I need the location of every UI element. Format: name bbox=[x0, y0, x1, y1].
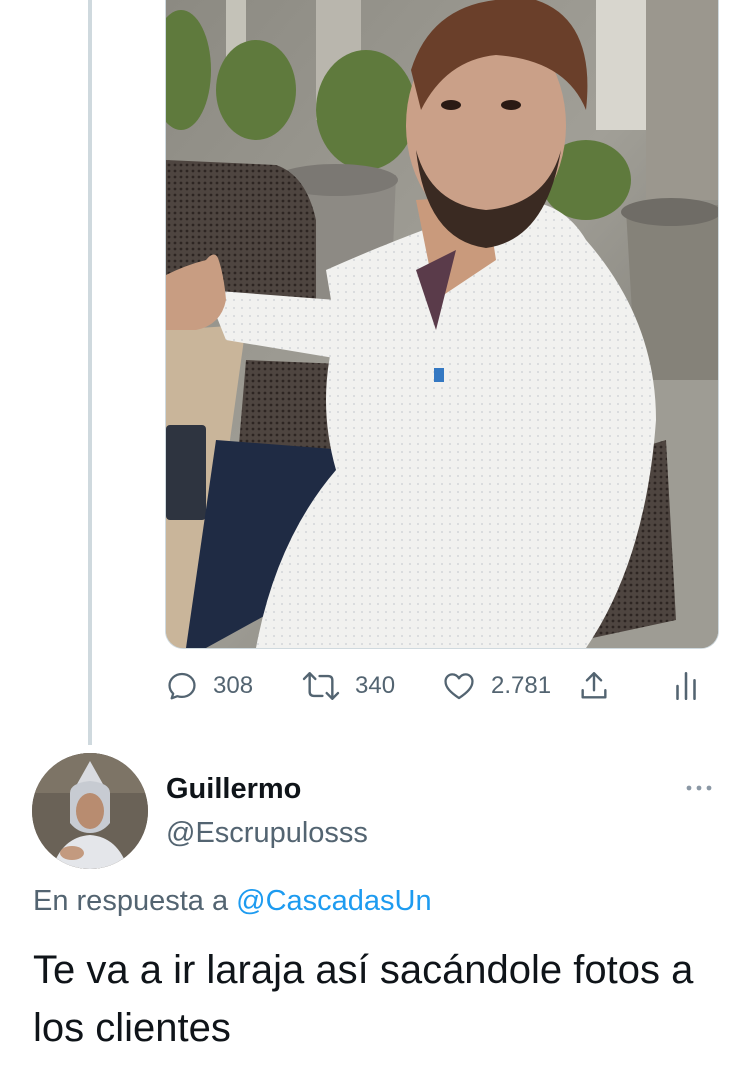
photo-illustration bbox=[166, 0, 718, 648]
analytics-action[interactable] bbox=[673, 664, 699, 708]
in-reply-prefix: En respuesta a bbox=[33, 885, 229, 917]
avatar-image bbox=[32, 753, 148, 869]
in-reply-to: En respuesta a @CascadasUn bbox=[33, 885, 432, 918]
reply-action[interactable]: 308 bbox=[165, 664, 253, 708]
tweet-photo[interactable] bbox=[165, 0, 719, 649]
author-handle[interactable]: @Escrupulosss bbox=[166, 817, 368, 850]
retweet-action[interactable]: 340 bbox=[301, 664, 395, 708]
like-count: 2.781 bbox=[491, 672, 552, 699]
like-icon bbox=[444, 673, 474, 700]
analytics-icon bbox=[676, 671, 696, 701]
share-action[interactable] bbox=[577, 664, 611, 708]
like-action[interactable]: 2.781 bbox=[441, 664, 551, 708]
retweet-icon bbox=[302, 672, 340, 700]
in-reply-mention-link[interactable]: @CascadasUn bbox=[236, 885, 431, 917]
retweet-count: 340 bbox=[355, 672, 396, 699]
thread-connector-line bbox=[88, 0, 92, 745]
more-options-icon[interactable] bbox=[684, 783, 714, 793]
reply-count: 308 bbox=[213, 672, 254, 699]
tweet-action-bar: 308 340 2.781 bbox=[165, 664, 725, 708]
avatar[interactable] bbox=[32, 753, 148, 869]
author-display-name[interactable]: Guillermo bbox=[166, 773, 301, 806]
reply-icon bbox=[168, 672, 196, 700]
share-icon bbox=[581, 672, 607, 699]
reply-tweet[interactable]: Guillermo @Escrupulosss En respuesta a @… bbox=[0, 745, 749, 1075]
reply-text: Te va a ir laraja así sacándole fotos a … bbox=[33, 948, 694, 1050]
